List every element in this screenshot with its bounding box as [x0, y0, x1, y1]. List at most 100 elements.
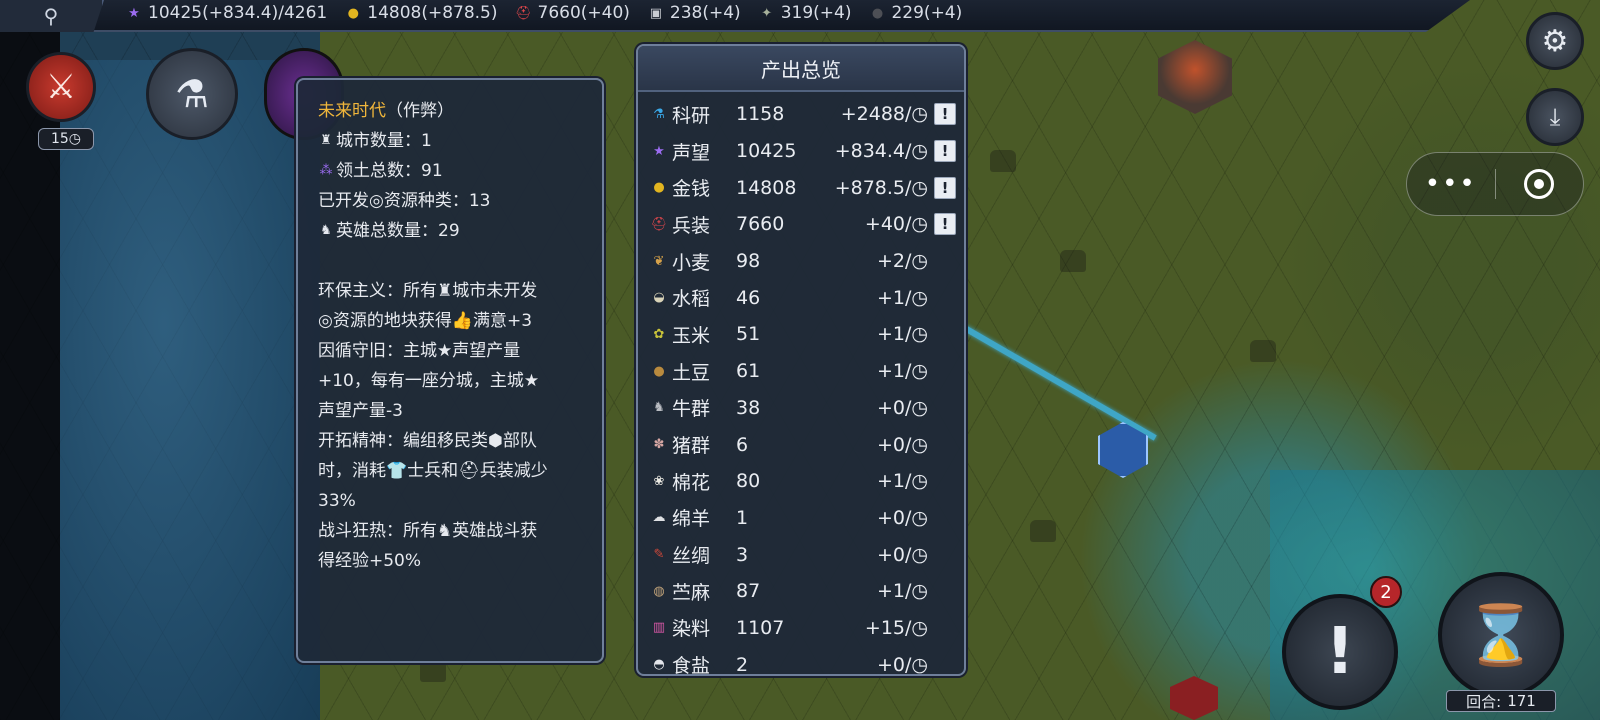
crossed-swords-icon: ⚔: [45, 67, 77, 107]
resource-value: 238(+4): [669, 3, 741, 23]
policy-line: 时，消耗👕士兵和⛑兵装减少: [318, 461, 548, 481]
resource-name: 科研: [672, 104, 711, 127]
target-icon: [1524, 169, 1555, 199]
download-tray-icon: ⤓: [1549, 103, 1561, 131]
resource-rate: +0/◷: [877, 396, 928, 419]
end-turn-button[interactable]: ⌛: [1438, 572, 1564, 698]
resource-rate: +2/◷: [877, 250, 928, 273]
resource-rate: +0/◷: [877, 433, 928, 456]
hero-icon: ♞: [320, 223, 332, 238]
resource-name: 丝绸: [672, 545, 711, 568]
equipment-icon: ⛑: [515, 5, 532, 21]
resource-rate: +878.5/◷: [834, 176, 928, 199]
production-overview-panel[interactable]: 产出总览 ⚗ 科研 1158 +2488/◷! ★ 声望 10425 +834.4/◷! ● 金钱…: [636, 44, 966, 676]
settings-button[interactable]: ⚙: [1526, 12, 1584, 70]
city-count: 城市数量：1: [336, 131, 432, 151]
science-flask-icon: ⚗: [653, 106, 665, 122]
dye-icon: ▥: [652, 620, 666, 636]
ramie-icon: ◍: [653, 583, 665, 599]
cattle-icon: ♞: [653, 400, 665, 416]
resource-name: 绵羊: [672, 508, 711, 531]
resource-stock: 80: [736, 470, 761, 493]
resource-item[interactable]: ⛑ 7660(+40): [514, 3, 630, 23]
science-button[interactable]: ⚗: [146, 48, 238, 140]
notification-count-badge: 2: [1370, 576, 1402, 608]
wheat-icon: ❦: [653, 253, 665, 269]
close-miniprogram-button[interactable]: [1496, 169, 1584, 199]
search-button[interactable]: ⚲: [0, 0, 104, 32]
production-row: ✽ 猪群 6 +0/◷: [648, 426, 956, 463]
military-button[interactable]: ⚔: [26, 52, 96, 122]
era-suffix: （作弊）: [386, 101, 454, 121]
resource-rate: +1/◷: [877, 470, 928, 493]
ocean-area-west: [60, 60, 320, 720]
production-row: ☁ 绵羊 1 +0/◷: [648, 500, 956, 537]
detail-button[interactable]: !: [934, 140, 956, 163]
resource-value: 229(+4): [891, 3, 963, 23]
production-row: ⚗ 科研 1158 +2488/◷!: [648, 96, 956, 133]
resource-item[interactable]: ★ 10425(+834.4)/4261: [124, 3, 327, 23]
resource-stock: 7660: [736, 213, 785, 236]
resource-rate: +1/◷: [877, 286, 928, 309]
rice-icon: ◒: [653, 290, 665, 306]
save-button[interactable]: ⤓: [1526, 88, 1584, 146]
more-button[interactable]: •••: [1407, 169, 1495, 199]
resource-stock: 10425: [736, 140, 797, 163]
salt-icon: ◓: [653, 657, 665, 673]
territory-count: 领土总数：91: [336, 161, 443, 181]
weapon-icon: ✦: [761, 5, 773, 21]
resource-rate: +0/◷: [877, 543, 928, 566]
production-row: ❦ 小麦 98 +2/◷: [648, 243, 956, 280]
city-icon: ♜: [320, 133, 332, 148]
policy-line: ◎资源的地块获得👍满意+3: [318, 311, 533, 331]
production-row: ● 金钱 14808 +878.5/◷!: [648, 169, 956, 206]
resource-name: 猪群: [672, 435, 711, 458]
resource-rate: +0/◷: [877, 506, 928, 529]
hero-count: 英雄总数量：29: [336, 221, 460, 241]
resource-types: 已开发◎资源种类：13: [318, 191, 491, 211]
notifications-button[interactable]: !: [1282, 594, 1398, 710]
policy-line: 因循守旧：主城★声望产量: [318, 341, 521, 361]
vehicle-icon: ▣: [649, 5, 663, 21]
village-icon: [420, 660, 446, 682]
production-list[interactable]: ⚗ 科研 1158 +2488/◷! ★ 声望 10425 +834.4/◷! ● 金钱 14808…: [638, 92, 964, 674]
resource-rate: +1/◷: [877, 360, 928, 383]
turn-label: 回合:: [1466, 692, 1502, 711]
resource-stock: 61: [736, 360, 761, 383]
resource-rate: +1/◷: [877, 580, 928, 603]
resource-name: 金钱: [672, 178, 711, 201]
turn-number: 171: [1507, 692, 1536, 710]
resource-rate: +40/◷: [864, 213, 928, 236]
detail-button[interactable]: !: [934, 213, 956, 236]
production-row: ✎ 丝绸 3 +0/◷: [648, 536, 956, 573]
production-row: ⛑ 兵装 7660 +40/◷!: [648, 206, 956, 243]
resource-rate: +1/◷: [877, 323, 928, 346]
resource-value: 7660(+40): [537, 3, 630, 23]
resource-item[interactable]: ● 14808(+878.5): [343, 3, 498, 23]
resource-stock: 98: [736, 250, 761, 273]
policy-line: 得经验+50%: [318, 551, 422, 571]
production-row: ▥ 染料 1107 +15/◷: [648, 610, 956, 647]
resource-value: 10425(+834.4)/4261: [148, 3, 328, 23]
fuel-icon: ●: [871, 5, 884, 21]
resource-item[interactable]: ● 229(+4): [867, 3, 962, 23]
corn-icon: ✿: [653, 326, 665, 342]
flask-icon: ⚗: [174, 72, 210, 116]
resource-name: 土豆: [672, 361, 711, 384]
resource-name: 小麦: [672, 251, 711, 274]
resource-item[interactable]: ▣ 238(+4): [646, 3, 741, 23]
clock-icon: ◷: [68, 131, 82, 147]
resource-name: 牛群: [672, 398, 711, 421]
resource-list: ★ 10425(+834.4)/4261 ● 14808(+878.5) ⛑ 7660(+…: [124, 3, 962, 23]
panel-title: 产出总览: [638, 46, 964, 92]
production-row: ✿ 玉米 51 +1/◷: [648, 316, 956, 353]
turn-counter: 回合: 171: [1446, 690, 1556, 712]
detail-button[interactable]: !: [934, 176, 956, 199]
resource-value: 14808(+878.5): [367, 3, 498, 23]
resource-name: 染料: [672, 618, 711, 641]
resource-item[interactable]: ✦ 319(+4): [757, 3, 852, 23]
resource-value: 319(+4): [780, 3, 852, 23]
policy-line: 环保主义：所有♜城市未开发: [318, 281, 538, 301]
detail-button[interactable]: !: [934, 103, 956, 126]
production-row: ◍ 苎麻 87 +1/◷: [648, 573, 956, 610]
